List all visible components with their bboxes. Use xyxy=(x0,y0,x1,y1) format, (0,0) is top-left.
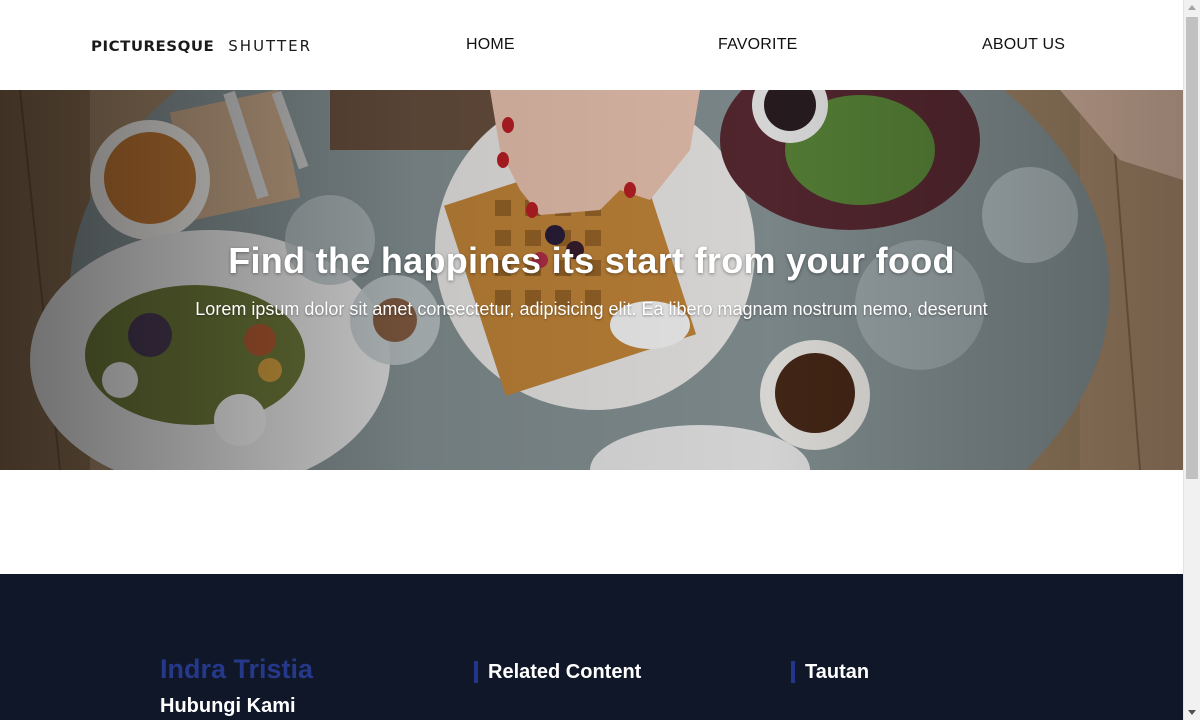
footer-contact-title: Hubungi Kami xyxy=(160,695,296,717)
scrollbar-thumb[interactable] xyxy=(1186,17,1198,479)
footer-related-content-heading: Related Content xyxy=(474,661,641,683)
scroll-down-arrow-icon[interactable] xyxy=(1188,710,1196,715)
site-logo[interactable]: PICTURESQUE SHUTTER xyxy=(91,37,312,55)
hero-subtitle: Lorem ipsum dolor sit amet consectetur, … xyxy=(195,299,988,319)
hero-banner: Find the happines its start from your fo… xyxy=(0,90,1183,470)
hero-title: Find the happines its start from your fo… xyxy=(228,240,955,281)
footer-brand-name: Indra Tristia xyxy=(160,654,314,684)
scroll-up-arrow-icon[interactable] xyxy=(1188,5,1196,10)
logo-light-text: SHUTTER xyxy=(228,37,313,55)
nav-home-link[interactable]: HOME xyxy=(466,36,515,54)
nav-favorite-link[interactable]: FAVORITE xyxy=(718,36,798,54)
site-footer: Indra Tristia Hubungi Kami Related Conte… xyxy=(0,574,1183,720)
logo-bold-text: PICTURESQUE xyxy=(91,37,215,55)
site-header: PICTURESQUE SHUTTER HOME FAVORITE ABOUT … xyxy=(0,0,1183,90)
footer-links-heading: Tautan xyxy=(791,661,869,683)
nav-about-link[interactable]: ABOUT US xyxy=(982,36,1065,54)
vertical-scrollbar[interactable] xyxy=(1183,0,1200,720)
